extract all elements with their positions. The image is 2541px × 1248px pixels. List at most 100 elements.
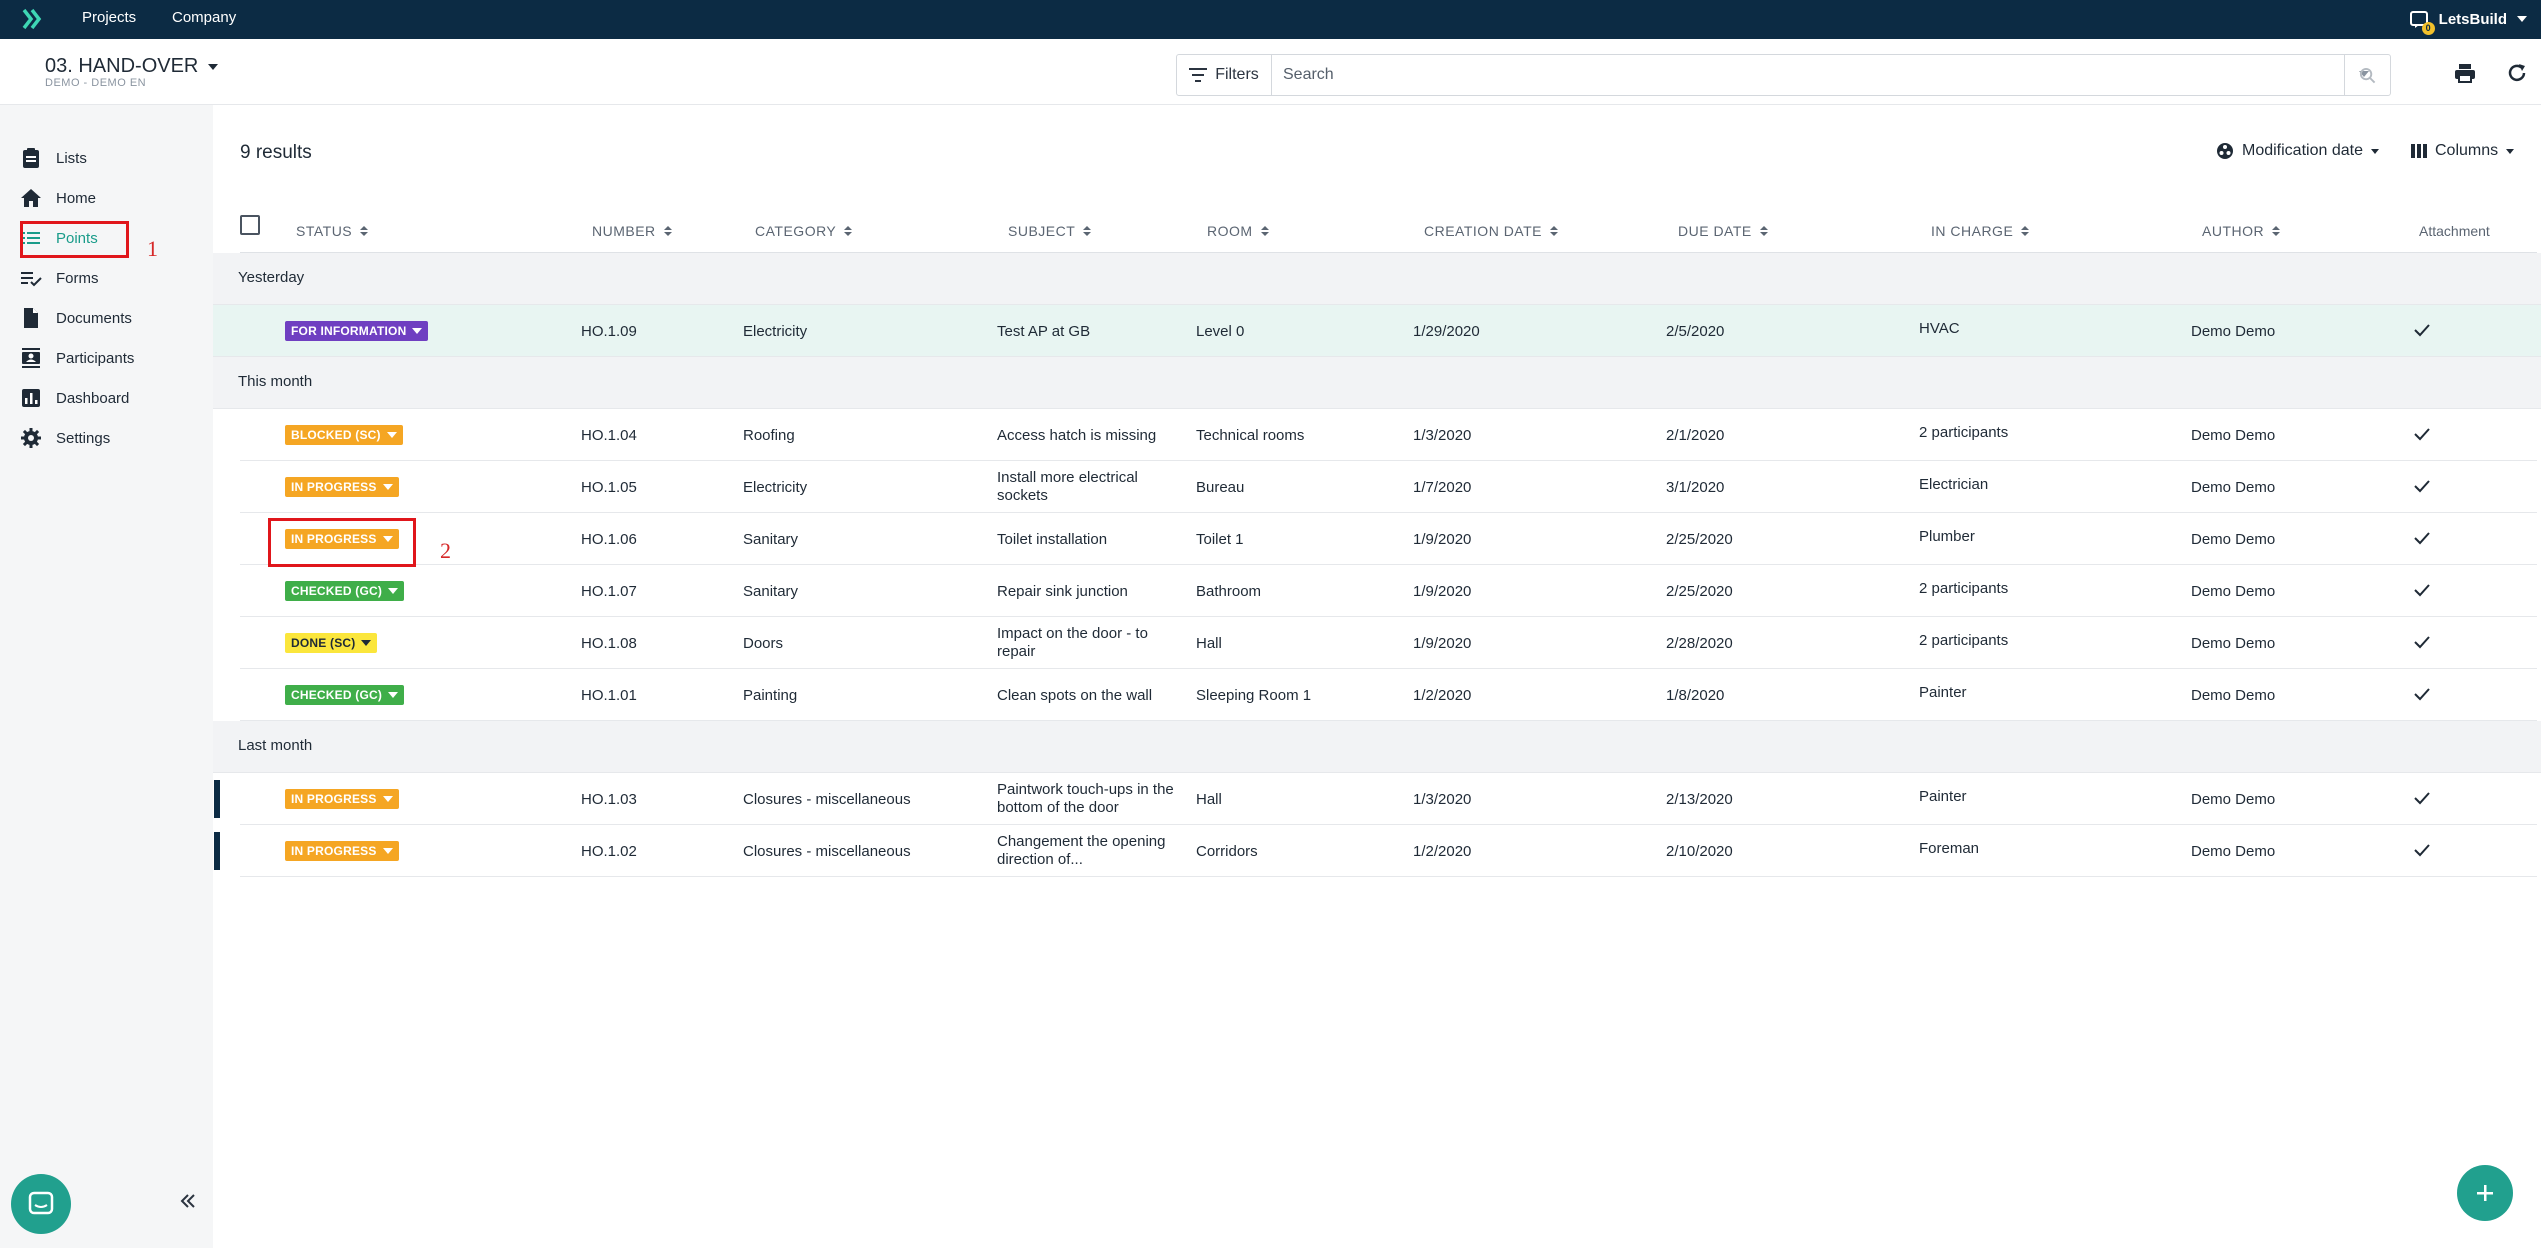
group-label: Yesterday [238,269,305,286]
column-header-category[interactable]: CATEGORY [755,223,853,239]
sidebar: Lists Home Points Forms Documents Partic… [0,105,213,1248]
author-cell: Demo Demo [2191,323,2276,340]
table-row[interactable]: IN PROGRESS HO.1.03 Closures - miscellaneo… [214,773,2537,825]
subject-cell: Access hatch is missing [997,427,1157,444]
chevron-down-icon [2506,148,2515,154]
table-row[interactable]: IN PROGRESS HO.1.02 Closures - miscellaneo… [214,825,2537,877]
column-header-room[interactable]: ROOM [1207,223,1269,239]
status-badge[interactable]: IN PROGRESS [285,841,399,861]
sort-arrows-icon [2021,226,2030,236]
sort-label: Modification date [2242,142,2363,159]
column-header-subject[interactable]: SUBJECT [1008,223,1092,239]
table-row[interactable]: DONE (SC) HO.1.08 Doors Impact on the door … [240,617,2537,669]
sort-icon [2217,143,2233,159]
nav-projects[interactable]: Projects [82,9,136,26]
table-row[interactable]: IN PROGRESS HO.1.06 Sanitary Toilet install… [240,513,2537,565]
column-header-attachment: Attachment [2419,223,2490,239]
due-date-cell: 2/13/2020 [1666,791,1733,808]
author-cell: Demo Demo [2191,791,2276,808]
table-row[interactable]: FOR INFORMATION HO.1.09 Electricity Test AP… [213,305,2541,357]
room-cell: Hall [1196,791,1222,808]
sort-arrows-icon [2272,226,2281,236]
print-icon[interactable] [2453,61,2477,85]
filters-label: Filters [1215,66,1259,83]
column-header-author[interactable]: AUTHOR [2202,223,2281,239]
sort-arrows-icon [360,226,369,236]
status-label: CHECKED (GC) [291,584,383,598]
top-navbar: Projects Company 0 LetsBuild [0,0,2541,39]
sidebar-item-label: Home [56,189,97,207]
refresh-icon[interactable] [2505,61,2529,85]
group-header: Last month [213,721,2541,773]
filters-button[interactable]: Filters [1177,55,1272,95]
author-cell: Demo Demo [2191,635,2276,652]
user-menu[interactable]: 0 LetsBuild [2409,9,2527,35]
sidebar-item-home[interactable]: Home [20,180,96,216]
notification-icon[interactable]: 0 [2409,9,2435,35]
sidebar-item-lists[interactable]: Lists [20,140,87,176]
due-date-cell: 1/8/2020 [1666,687,1725,704]
sidebar-item-settings[interactable]: Settings [20,420,110,456]
table-row[interactable]: BLOCKED (SC) HO.1.04 Roofing Access hatch i… [240,409,2537,461]
attachment-check-icon [2414,428,2430,441]
status-badge[interactable]: FOR INFORMATION [285,321,429,341]
project-selector[interactable]: 03. HAND-OVER [45,55,219,78]
collapse-sidebar-icon[interactable] [178,1191,198,1211]
column-label: AUTHOR [2202,223,2265,239]
chevron-down-icon [388,588,399,594]
due-date-cell: 2/25/2020 [1666,531,1733,548]
sort-arrows-icon [1083,226,1092,236]
chart-icon [22,389,40,407]
sidebar-item-forms[interactable]: Forms [20,260,99,296]
column-header-number[interactable]: NUMBER [592,223,672,239]
letsbuild-logo-icon[interactable] [22,8,44,30]
attachment-check-icon [2414,636,2430,649]
sidebar-item-documents[interactable]: Documents [20,300,132,336]
sort-dropdown[interactable]: Modification date [2216,142,2379,160]
subject-cell: Repair sink junction [997,583,1128,600]
search-input[interactable] [1273,55,2313,95]
sidebar-item-label: Documents [56,309,132,327]
table-header: STATUS NUMBER CATEGORY SUBJECT ROOM CREA… [240,213,2537,253]
column-header-in-charge[interactable]: IN CHARGE [1931,223,2030,239]
number-cell: HO.1.04 [581,427,637,444]
chat-support-button[interactable] [11,1174,71,1234]
column-header-status[interactable]: STATUS [296,223,369,239]
columns-dropdown[interactable]: Columns [2411,142,2515,160]
chevron-down-icon [382,848,393,854]
annotation-box-1 [20,221,129,258]
status-label: CHECKED (GC) [291,688,383,702]
chevron-down-icon [2517,16,2527,22]
status-badge[interactable]: CHECKED (GC) [285,581,405,601]
attachment-check-icon [2414,480,2430,493]
status-badge[interactable]: CHECKED (GC) [285,685,405,705]
status-label: IN PROGRESS [291,480,377,494]
column-header-creation-date[interactable]: CREATION DATE [1424,223,1558,239]
search-button[interactable] [2344,55,2390,95]
status-badge[interactable]: DONE (SC) [285,633,378,653]
status-badge[interactable]: IN PROGRESS [285,789,399,809]
table-row[interactable]: IN PROGRESS HO.1.05 Electricity Install mor… [240,461,2537,513]
column-label: NUMBER [592,223,656,239]
sidebar-item-dashboard[interactable]: Dashboard [20,380,129,416]
subject-cell: Toilet installation [997,531,1108,548]
sidebar-item-participants[interactable]: Participants [20,340,134,376]
nav-company[interactable]: Company [172,9,236,26]
table-row[interactable]: CHECKED (GC) HO.1.07 Sanitary Repair sink j… [240,565,2537,617]
sidebar-item-label: Settings [56,429,111,447]
creation-date-cell: 1/2/2020 [1413,843,1472,860]
add-point-button[interactable] [2457,1165,2513,1221]
status-badge[interactable]: IN PROGRESS [285,477,399,497]
status-badge[interactable]: BLOCKED (SC) [285,425,403,445]
select-all-checkbox[interactable] [240,215,260,235]
filter-icon [1189,68,1208,82]
column-header-due-date[interactable]: DUE DATE [1678,223,1768,239]
results-count: 9 results [240,142,312,163]
column-label: Attachment [2419,223,2490,239]
table-row[interactable]: CHECKED (GC) HO.1.01 Painting Clean spots o… [240,669,2537,721]
subject-cell: Changement the opening direction of... [997,833,1166,868]
checklist-icon [21,272,42,287]
attachment-check-icon [2414,844,2430,857]
subject-cell: Clean spots on the wall [997,687,1153,704]
chevron-down-icon [208,63,219,70]
